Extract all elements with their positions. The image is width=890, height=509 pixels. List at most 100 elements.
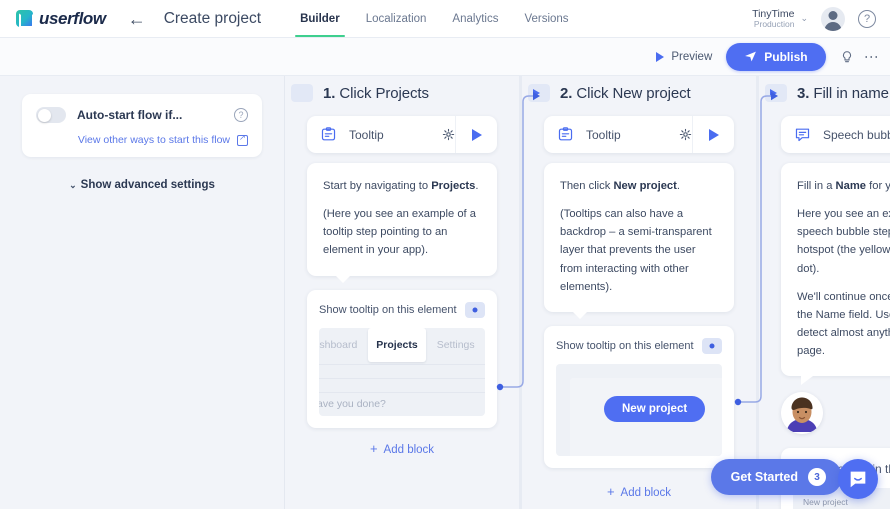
preview-tab-dashboard: shboard (319, 338, 358, 351)
play-icon (471, 128, 482, 141)
p1-bold: Name (835, 180, 867, 192)
messenger-launcher[interactable] (838, 459, 878, 499)
org-environment: Production (753, 18, 795, 29)
step-1-paragraph-2: (Here you see an example of a tooltip st… (323, 208, 476, 257)
show-advanced-settings-button[interactable]: ⌄ Show advanced settings (22, 179, 262, 191)
other-ways-link[interactable]: View other ways to start this flow (78, 134, 230, 146)
external-link-icon[interactable] (237, 134, 248, 146)
p1-bold: New project (613, 180, 677, 192)
publish-button[interactable]: Publish (726, 42, 826, 71)
step-2-number: 2. (560, 84, 573, 102)
plus-icon: + (606, 483, 615, 499)
step-column-3: 3. Fill in name Speech bubble Fill in a … (759, 76, 890, 509)
back-arrow-icon[interactable]: ← (128, 10, 146, 28)
tab-versions[interactable]: Versions (511, 0, 581, 37)
step-1-block-header[interactable]: Tooltip (307, 116, 497, 153)
preview-tab-settings: Settings (436, 338, 475, 351)
play-icon (656, 51, 665, 62)
step-1-add-block-button[interactable]: + Add block (307, 441, 497, 456)
step-1-header: 1. Click Projects (291, 76, 497, 102)
top-bar: userflow ← Create project Builder Locali… (0, 0, 890, 38)
flow-settings-panel: Auto-start flow if... ? View other ways … (0, 76, 285, 509)
send-icon (745, 51, 757, 62)
org-switcher[interactable]: TinyTime Production ⌄ (752, 8, 808, 30)
persona-illustration (781, 392, 823, 435)
userflow-logo-text: userflow (39, 8, 106, 28)
step-2-text-block[interactable]: Then click New project. (Tooltips can al… (544, 163, 734, 319)
top-bar-right: TinyTime Production ⌄ ? (752, 6, 876, 31)
get-started-count-badge: 3 (808, 468, 826, 486)
tab-analytics[interactable]: Analytics (439, 0, 511, 37)
step-1-number: 1. (323, 84, 336, 102)
tab-localization[interactable]: Localization (353, 0, 440, 37)
lightbulb-icon[interactable] (840, 49, 854, 65)
step-3-text-block[interactable]: Fill in a Name for your project. Here yo… (781, 163, 890, 386)
steps-columns: 1. Click Projects Tooltip Start by navig… (285, 76, 890, 509)
workspace: Auto-start flow if... ? View other ways … (0, 76, 890, 509)
p1-tail: for your project. (869, 180, 890, 192)
tooltip-icon (321, 127, 336, 141)
auto-start-row: Auto-start flow if... ? (36, 107, 248, 123)
step-2-title: 2. Click New project (560, 85, 691, 102)
auto-start-help-icon[interactable]: ? (234, 108, 248, 122)
userflow-logo[interactable]: userflow (16, 9, 106, 29)
step-1-block-type: Tooltip (349, 127, 384, 142)
preview-label: Preview (671, 50, 713, 63)
org-name: TinyTime (752, 7, 795, 20)
step-3-entry-arrow-icon (765, 84, 787, 102)
step-2-header: 2. Click New project (528, 76, 734, 102)
modal-title: New project (803, 497, 848, 508)
auto-start-card: Auto-start flow if... ? View other ways … (22, 94, 262, 157)
plus-icon: + (369, 440, 378, 456)
preview-tabs: shboard Projects Settings (319, 327, 485, 362)
p1-lead: Start by navigating to (323, 180, 432, 192)
step-2-add-block-button[interactable]: + Add block (544, 484, 734, 499)
gear-icon[interactable] (679, 128, 692, 141)
publish-label: Publish (764, 49, 808, 64)
step-3-name: Fill in name (813, 84, 889, 102)
step-3-paragraph-1: Fill in a Name for your project. (797, 177, 890, 195)
gear-icon[interactable] (442, 128, 455, 141)
p1-tail: . (676, 180, 680, 192)
tab-builder[interactable]: Builder (287, 0, 353, 37)
step-2-element-row: Show tooltip on this element (556, 337, 722, 354)
user-avatar[interactable] (821, 6, 845, 31)
step-1-name: Click Projects (339, 84, 429, 102)
chevron-down-icon[interactable]: ⌄ (800, 13, 808, 24)
speech-bubble-icon (795, 128, 810, 142)
add-block-label: Add block (620, 486, 672, 499)
tooltip-beak (335, 274, 351, 283)
step-2-name: Click New project (576, 84, 691, 102)
step-2-anchor-handle[interactable] (702, 337, 722, 354)
add-block-label: Add block (383, 443, 435, 456)
step-1-element-card[interactable]: Show tooltip on this element shboard Pro… (307, 289, 497, 428)
p1-lead: Fill in a (797, 180, 836, 192)
step-3-number: 3. (797, 84, 810, 102)
more-options-icon[interactable]: ⋮ (864, 50, 880, 64)
action-bar: Preview Publish ⋮ (0, 38, 890, 76)
step-1-element-label: Show tooltip on this element (319, 303, 457, 316)
step-1-play-button[interactable] (455, 116, 497, 153)
step-2-element-card[interactable]: Show tooltip on this element New project (544, 325, 734, 468)
get-started-widget[interactable]: Get Started 3 (710, 459, 842, 495)
preview-button[interactable]: Preview (656, 51, 712, 63)
tooltip-icon (558, 127, 573, 141)
step-2-element-label: Show tooltip on this element (556, 339, 694, 352)
step-1-paragraph-1: Start by navigating to Projects. (323, 177, 481, 195)
step-3-paragraph-2: Here you see an example of a speech bubb… (797, 208, 890, 275)
step-2-play-button[interactable] (692, 116, 734, 153)
preview-row (319, 377, 485, 392)
step-1-anchor-handle[interactable] (465, 301, 485, 318)
step-2-block-header[interactable]: Tooltip (544, 116, 734, 153)
chevron-down-icon: ⌄ (69, 180, 77, 190)
messenger-icon (850, 471, 866, 488)
page-title: Create project (163, 9, 262, 27)
help-icon[interactable]: ? (858, 9, 876, 28)
preview-new-project-button: New project (604, 395, 706, 422)
get-started-label: Get Started (730, 470, 798, 484)
auto-start-toggle[interactable] (36, 107, 66, 123)
step-1-text-block[interactable]: Start by navigating to Projects. (Here y… (307, 163, 497, 283)
step-2-paragraph-2: (Tooltips can also have a backdrop – a s… (560, 208, 712, 293)
step-3-block-header[interactable]: Speech bubble (781, 116, 890, 153)
show-advanced-label: Show advanced settings (80, 179, 215, 191)
